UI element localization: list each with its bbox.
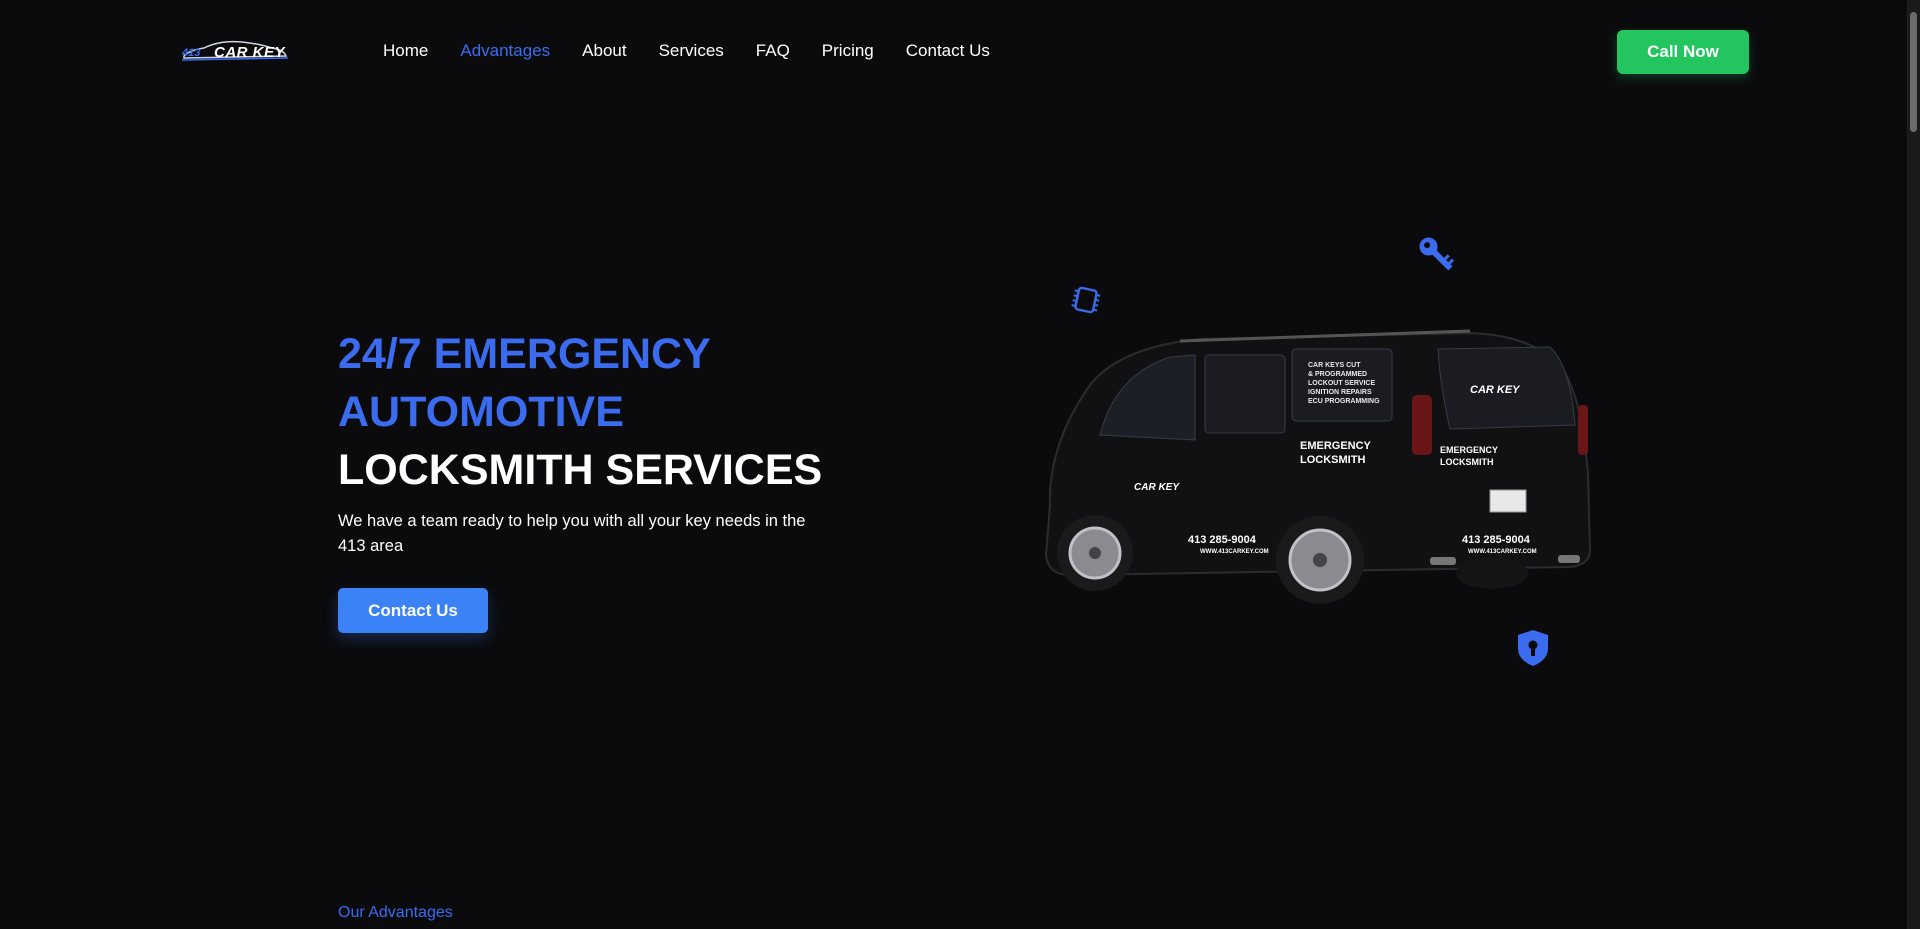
site-header: 413 CAR KEY Home Advantages About Servic… [0,0,1907,104]
van-rear-text-2: LOCKSMITH [1440,457,1494,467]
hero-title-line-3: LOCKSMITH SERVICES [338,446,823,494]
logo-text: CAR KEY [214,44,286,61]
van-list-item-1: CAR KEYS CUT [1308,362,1361,369]
nav-about[interactable]: About [582,41,626,61]
logo-badge: 413 [182,47,201,59]
van-list-item-2: & PROGRAMMED [1308,371,1367,378]
van-list-item-4: IGNITION REPAIRS [1308,389,1372,396]
van-side-text-2: LOCKSMITH [1300,454,1365,466]
van-list-item-5: ECU PROGRAMMING [1308,398,1380,405]
hero-title-line-2: AUTOMOTIVE [338,388,624,436]
van-side-brand: CAR KEY [1134,482,1180,493]
hero-subtitle: We have a team ready to help you with al… [338,512,806,555]
van-side-website: WWW.413CARKEY.COM [1200,549,1269,555]
van-side-text-1: EMERGENCY [1300,440,1372,452]
key-icon [1419,237,1454,271]
locksmith-van-image: CAR KEYS CUT & PROGRAMMED LOCKOUT SERVIC… [1044,329,1592,604]
nav-pricing[interactable]: Pricing [822,41,874,61]
nav-contact-us[interactable]: Contact Us [906,41,990,61]
chip-icon [1071,286,1101,314]
van-rear-website: WWW.413CARKEY.COM [1468,549,1537,555]
van-rear-phone: 413 285-9004 [1462,534,1531,546]
nav-faq[interactable]: FAQ [756,41,790,61]
page: 413 CAR KEY Home Advantages About Servic… [0,0,1920,929]
hero-title: 24/7 EMERGENCY AUTOMOTIVE LOCKSMITH SERV… [338,325,822,499]
call-now-button[interactable]: Call Now [1617,30,1749,74]
van-rear-text-1: EMERGENCY [1440,445,1498,455]
nav-advantages[interactable]: Advantages [460,41,550,61]
advantages-section-label: Our Advantages [338,904,453,921]
hero-title-line-1: 24/7 EMERGENCY [338,330,711,378]
nav-services[interactable]: Services [659,41,724,61]
page-scrollbar[interactable] [1907,0,1920,929]
main-nav: Home Advantages About Services FAQ Prici… [383,41,990,61]
contact-us-button[interactable]: Contact Us [338,588,488,633]
nav-home[interactable]: Home [383,41,428,61]
van-side-phone: 413 285-9004 [1188,534,1257,546]
scrollbar-thumb[interactable] [1910,12,1917,132]
site-logo[interactable]: 413 CAR KEY [180,36,290,66]
van-list-item-3: LOCKOUT SERVICE [1308,380,1375,387]
van-rear-brand: CAR KEY [1470,384,1521,396]
shield-lock-icon [1518,630,1548,666]
